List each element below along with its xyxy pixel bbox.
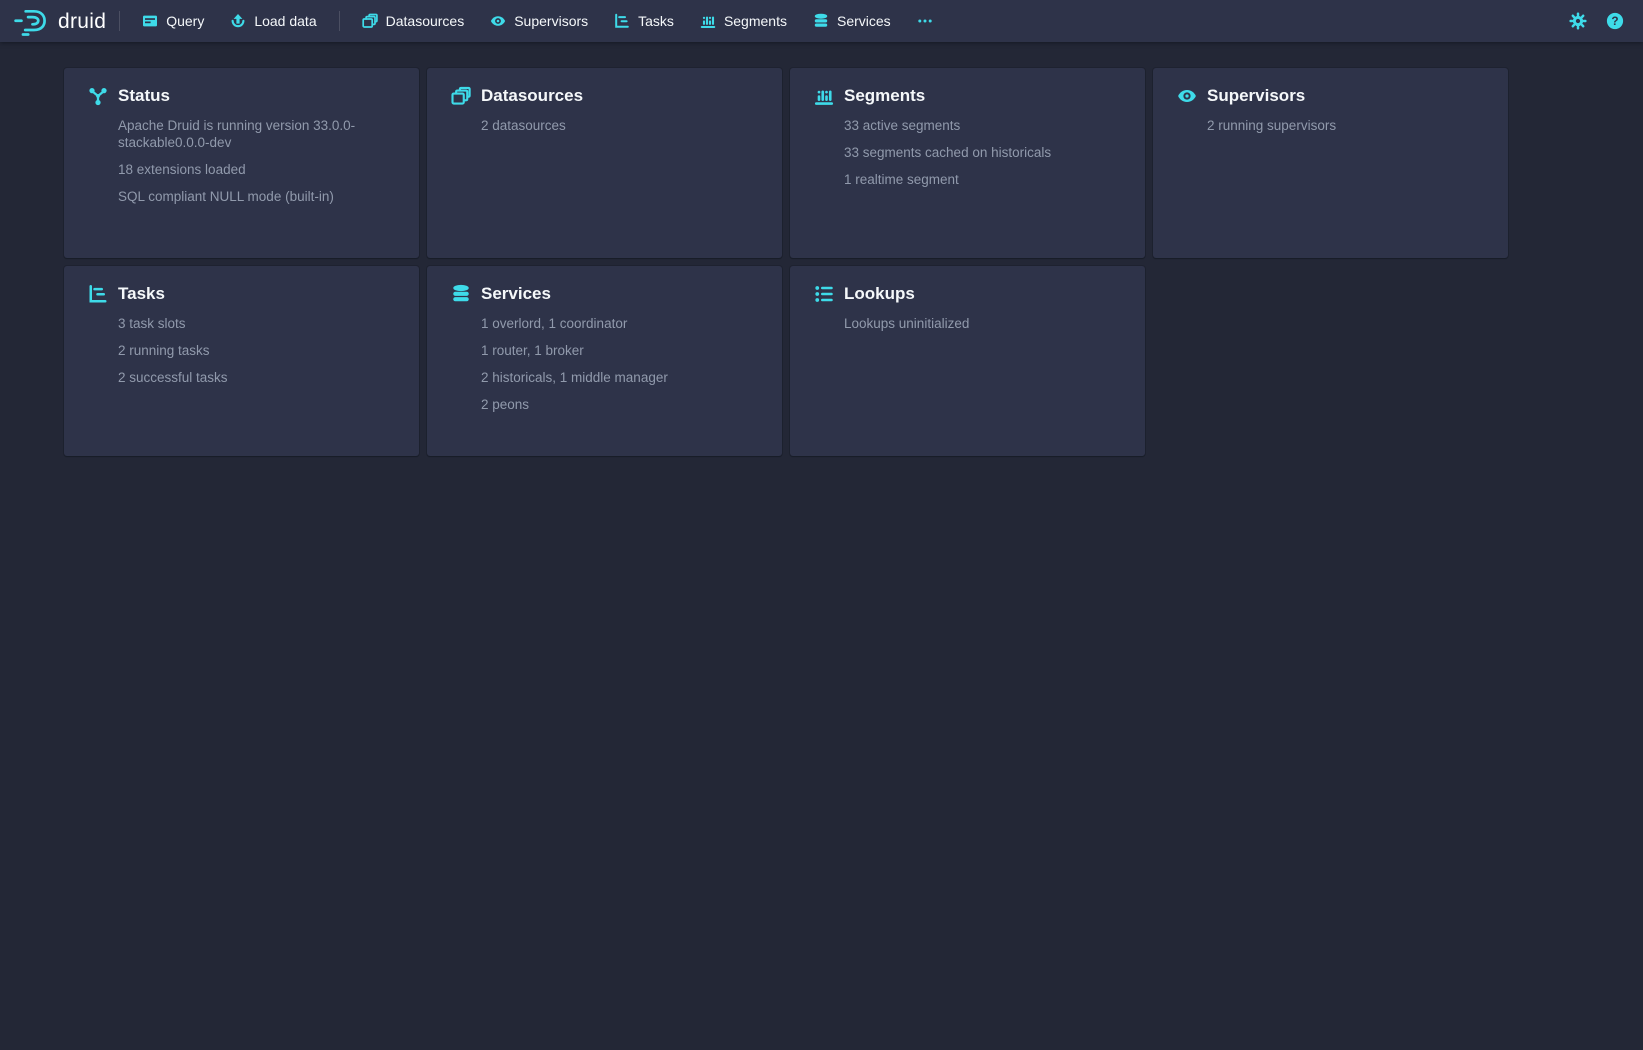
card-lines: Lookups uninitialized <box>844 315 1129 332</box>
card-title: Tasks <box>118 283 165 305</box>
logo[interactable]: druid <box>14 6 106 37</box>
cog-icon <box>1569 12 1587 30</box>
nav-item-datasources[interactable]: Datasources <box>352 0 475 42</box>
home-card-deck: Status Apache Druid is running version 3… <box>64 68 1643 456</box>
gantt-icon <box>88 284 108 304</box>
card-line: 1 overlord, 1 coordinator <box>481 315 766 332</box>
card-title: Lookups <box>844 283 915 305</box>
card-lines: 1 overlord, 1 coordinator 1 router, 1 bro… <box>481 315 766 413</box>
nav-item-label: Segments <box>724 13 787 29</box>
card-lines: 2 running supervisors <box>1207 117 1492 134</box>
card-supervisors[interactable]: Supervisors 2 running supervisors <box>1153 68 1508 258</box>
card-lookups[interactable]: Lookups Lookups uninitialized <box>790 266 1145 456</box>
card-header: Lookups <box>814 283 1129 305</box>
nav-item-label: Supervisors <box>514 13 588 29</box>
card-line: 2 running tasks <box>118 342 403 359</box>
nav-item-segments[interactable]: Segments <box>690 0 797 42</box>
card-title: Supervisors <box>1207 85 1305 107</box>
card-lines: 2 datasources <box>481 117 766 134</box>
nav-item-tasks[interactable]: Tasks <box>604 0 684 42</box>
graph-icon <box>88 86 108 106</box>
card-line: 1 realtime segment <box>844 171 1129 188</box>
database-icon <box>813 13 829 29</box>
nav-group-primary: Query Load data <box>129 0 329 42</box>
card-header: Tasks <box>88 283 403 305</box>
druid-logo-icon <box>14 6 49 37</box>
card-line: 33 segments cached on historicals <box>844 144 1129 161</box>
navbar-right <box>1564 7 1629 35</box>
nav-item-services[interactable]: Services <box>803 0 901 42</box>
card-line: Apache Druid is running version 33.0.0-s… <box>118 117 403 151</box>
nav-item-load-data[interactable]: Load data <box>220 0 326 42</box>
nav-item-supervisors[interactable]: Supervisors <box>480 0 598 42</box>
card-lines: Apache Druid is running version 33.0.0-s… <box>118 117 403 205</box>
nav-group-secondary: Datasources Supervisors Tasks Segments S… <box>349 0 904 42</box>
nav-item-query[interactable]: Query <box>132 0 214 42</box>
card-line: 2 peons <box>481 396 766 413</box>
card-line: 2 historicals, 1 middle manager <box>481 369 766 386</box>
card-title: Status <box>118 85 170 107</box>
card-line: 2 running supervisors <box>1207 117 1492 134</box>
card-line: 1 router, 1 broker <box>481 342 766 359</box>
nav-item-label: Datasources <box>386 13 465 29</box>
settings-button[interactable] <box>1564 7 1592 35</box>
card-line: 33 active segments <box>844 117 1129 134</box>
help-button[interactable] <box>1601 7 1629 35</box>
card-lines: 3 task slots 2 running tasks 2 successful … <box>118 315 403 386</box>
card-line: 2 datasources <box>481 117 766 134</box>
card-datasources[interactable]: Datasources 2 datasources <box>427 68 782 258</box>
bar-chart-icon <box>814 86 834 106</box>
database-icon <box>451 284 471 304</box>
card-segments[interactable]: Segments 33 active segments 33 segments c… <box>790 68 1145 258</box>
nav-item-label: Query <box>166 13 204 29</box>
navbar-divider <box>119 11 120 31</box>
card-title: Services <box>481 283 551 305</box>
layers-icon <box>362 13 378 29</box>
gantt-icon <box>614 13 630 29</box>
card-line: 3 task slots <box>118 315 403 332</box>
navbar: druid Query Load data Datasources Superv… <box>0 0 1643 42</box>
card-header: Datasources <box>451 85 766 107</box>
card-header: Services <box>451 283 766 305</box>
upload-icon <box>230 13 246 29</box>
nav-item-label: Services <box>837 13 891 29</box>
card-header: Segments <box>814 85 1129 107</box>
card-lines: 33 active segments 33 segments cached on … <box>844 117 1129 188</box>
nav-item-label: Tasks <box>638 13 674 29</box>
card-services[interactable]: Services 1 overlord, 1 coordinator 1 rout… <box>427 266 782 456</box>
card-line: Lookups uninitialized <box>844 315 1129 332</box>
layers-icon <box>451 86 471 106</box>
eye-icon <box>1177 86 1197 106</box>
card-line: SQL compliant NULL mode (built-in) <box>118 188 403 205</box>
logo-text: druid <box>58 11 106 32</box>
navbar-divider <box>339 11 340 31</box>
list-icon <box>814 284 834 304</box>
card-line: 2 successful tasks <box>118 369 403 386</box>
nav-more-button[interactable] <box>907 0 943 42</box>
card-title: Segments <box>844 85 925 107</box>
application-icon <box>142 13 158 29</box>
card-line: 18 extensions loaded <box>118 161 403 178</box>
card-status[interactable]: Status Apache Druid is running version 3… <box>64 68 419 258</box>
more-icon <box>917 13 933 29</box>
card-header: Status <box>88 85 403 107</box>
eye-icon <box>490 13 506 29</box>
help-icon <box>1606 12 1624 30</box>
nav-item-label: Load data <box>254 13 316 29</box>
card-header: Supervisors <box>1177 85 1492 107</box>
card-title: Datasources <box>481 85 583 107</box>
card-tasks[interactable]: Tasks 3 task slots 2 running tasks 2 succe… <box>64 266 419 456</box>
bar-chart-icon <box>700 13 716 29</box>
